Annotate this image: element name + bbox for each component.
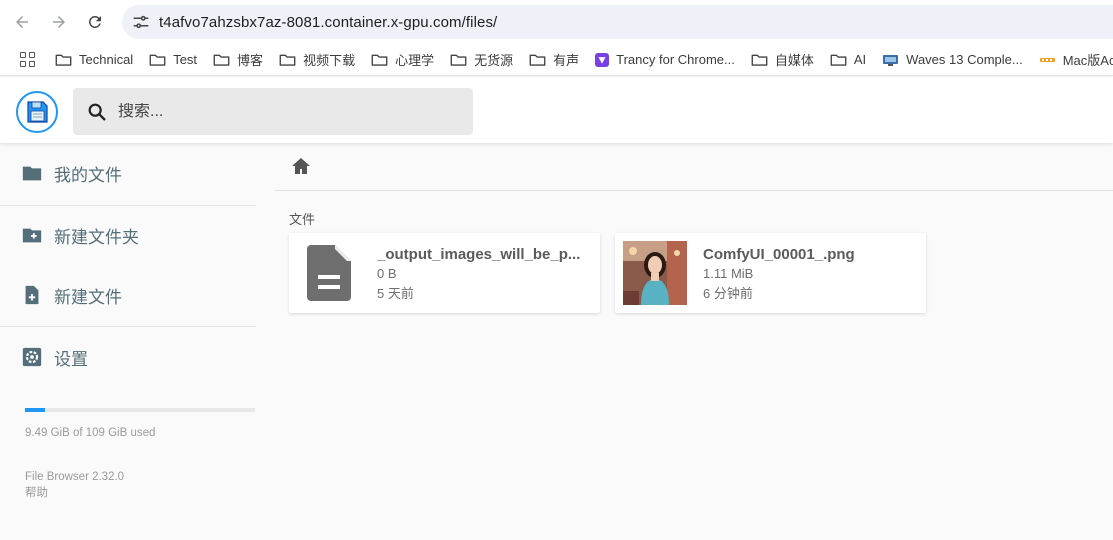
macac-icon [1039, 53, 1056, 67]
back-button[interactable] [8, 8, 36, 36]
floppy-logo-icon [27, 101, 48, 123]
bookmark-label: Mac版Ac [1062, 53, 1113, 68]
arrow-left-icon [16, 16, 28, 28]
bookmark-label: Waves 13 Comple... [906, 52, 1023, 67]
bookmark-blog[interactable]: 博客 [213, 50, 263, 69]
bookmark-mac-ac[interactable]: Mac版Ac [1039, 50, 1113, 69]
bookmark-label: 有声 [553, 53, 580, 68]
help-link[interactable]: 帮助 [25, 485, 124, 501]
search-box[interactable] [73, 88, 473, 135]
bookmark-label: 自媒体 [774, 53, 814, 68]
apps-grid-icon[interactable] [20, 51, 35, 68]
bookmark-dropship[interactable]: 无货源 [450, 50, 513, 69]
folder-icon [529, 53, 546, 67]
home-icon[interactable] [289, 154, 313, 178]
sidebar-item-label: 我的文件 [54, 165, 122, 185]
file-modified: 6 分钟前 [703, 286, 753, 301]
disk-usage-fill [25, 408, 45, 412]
sidebar-item-new-file[interactable]: 新建文件 [0, 265, 256, 325]
create-folder-icon [21, 224, 43, 246]
file-size: 0 B [377, 266, 397, 281]
bookmark-ai[interactable]: AI [830, 52, 866, 67]
forward-button[interactable] [45, 8, 73, 36]
site-info-icon[interactable] [131, 12, 151, 32]
disk-usage-bar [25, 408, 255, 412]
sidebar-item-label: 新建文件夹 [54, 227, 139, 247]
bookmark-label: Trancy for Chrome... [616, 52, 735, 67]
bookmark-label: AI [853, 52, 867, 67]
folder-icon [830, 53, 847, 67]
bookmark-label: 视频下载 [303, 53, 356, 68]
bookmark-psychology[interactable]: 心理学 [371, 50, 434, 69]
bookmark-label: 无货源 [474, 53, 514, 68]
file-item[interactable]: ComfyUI_00001_.png 1.11 MiB 6 分钟前 [615, 233, 926, 313]
bookmark-label: 博客 [237, 53, 264, 68]
waves-icon [882, 53, 899, 67]
bookmark-label: 心理学 [395, 53, 435, 68]
folder-icon [371, 53, 388, 67]
arrow-right-icon [53, 16, 65, 28]
browser-toolbar: t4afvo7ahzsbx7az-8081.container.x-gpu.co… [0, 0, 1113, 44]
file-item[interactable]: _output_images_will_be_p... 0 B 5 天前 [289, 233, 600, 313]
image-thumbnail [623, 241, 687, 305]
file-name: _output_images_will_be_p... [377, 246, 581, 263]
folder-icon [21, 162, 43, 184]
reload-button[interactable] [81, 8, 109, 36]
sidebar-item-my-files[interactable]: 我的文件 [0, 143, 256, 203]
folder-icon [279, 53, 296, 67]
sidebar-item-label: 新建文件 [54, 287, 122, 307]
credits: File Browser 2.32.0 帮助 [25, 469, 124, 501]
note-add-icon [21, 284, 43, 306]
bookmark-test[interactable]: Test [149, 52, 197, 67]
bookmark-audio[interactable]: 有声 [529, 50, 579, 69]
file-icon [297, 241, 361, 305]
trancy-icon [595, 52, 610, 67]
settings-icon [21, 346, 43, 368]
file-listing: 文件 _output_images_will_be_p... 0 B 5 天前 [274, 143, 1113, 540]
sidebar-item-new-folder[interactable]: 新建文件夹 [0, 205, 256, 265]
folder-icon [751, 53, 768, 67]
folder-icon [213, 53, 230, 67]
address-bar[interactable]: t4afvo7ahzsbx7az-8081.container.x-gpu.co… [122, 5, 1113, 39]
folder-icon [450, 53, 467, 67]
sidebar-item-label: 设置 [54, 349, 88, 369]
search-icon [88, 103, 106, 121]
search-input[interactable] [118, 102, 458, 121]
bookmark-self-media[interactable]: 自媒体 [751, 50, 814, 69]
section-title: 文件 [289, 212, 316, 227]
bookmark-label: Technical [79, 52, 134, 67]
sidebar: 我的文件 新建文件夹 新建文件 设置 9.49 GiB of 109 GiB u… [0, 143, 258, 540]
folder-icon [149, 53, 166, 67]
disk-usage-text: 9.49 GiB of 109 GiB used [25, 427, 156, 439]
bookmark-label: Test [173, 52, 198, 67]
bookmark-waves[interactable]: Waves 13 Comple... [882, 52, 1023, 67]
filebrowser-logo[interactable] [16, 91, 58, 133]
bookmark-video-download[interactable]: 视频下载 [279, 50, 355, 69]
breadcrumb [274, 143, 1113, 191]
reload-icon [88, 15, 101, 28]
folder-icon [55, 53, 72, 67]
file-size: 1.11 MiB [703, 266, 754, 281]
file-name: ComfyUI_00001_.png [703, 246, 855, 263]
version-text: File Browser 2.32.0 [25, 471, 125, 483]
file-modified: 5 天前 [377, 286, 414, 301]
url-text: t4afvo7ahzsbx7az-8081.container.x-gpu.co… [159, 13, 498, 31]
bookmark-technical[interactable]: Technical [55, 52, 133, 67]
bookmark-trancy[interactable]: Trancy for Chrome... [595, 52, 735, 67]
sidebar-item-settings[interactable]: 设置 [0, 327, 256, 387]
app-header [0, 77, 1113, 143]
bookmarks-bar: Technical Test 博客 视频下载 心理学 无货源 有声 Trancy… [0, 44, 1113, 76]
